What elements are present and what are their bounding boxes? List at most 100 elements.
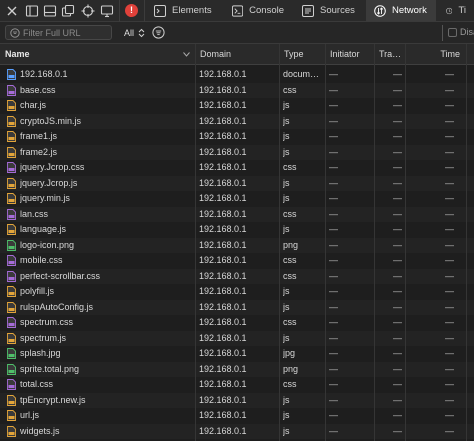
table-row[interactable]: jquery.Jcrop.css 192.168.0.1 css — — — [0, 160, 474, 176]
transfer-size-cell: — [393, 239, 402, 250]
transfer-size-cell: — [393, 177, 402, 188]
type-cell: docum… [283, 69, 320, 79]
js-file-icon [7, 301, 16, 313]
table-row[interactable]: jquery.min.js 192.168.0.1 js — — — [0, 191, 474, 207]
transfer-size-cell: — [393, 146, 402, 157]
initiator-cell: — [329, 270, 338, 281]
network-request-table: Name Domain Type Initiator Tra… Time 192… [0, 44, 474, 441]
filter-url-field[interactable] [5, 25, 112, 40]
table-row[interactable]: polyfill.js 192.168.0.1 js — — — [0, 284, 474, 300]
initiator-cell: — [329, 69, 338, 79]
tab-elements[interactable]: Elements [146, 0, 222, 21]
filter-options-icon[interactable] [152, 26, 165, 39]
undock-icon[interactable] [61, 4, 75, 18]
column-header-domain[interactable]: Domain [195, 44, 279, 65]
column-header-time[interactable]: Time [405, 44, 466, 65]
request-name: spectrum.js [20, 332, 67, 343]
domain-cell: 192.168.0.1 [199, 425, 247, 436]
initiator-cell: — [329, 348, 338, 358]
time-cell: — [445, 379, 454, 389]
disable-cache-checkbox[interactable] [448, 27, 457, 37]
transfer-size-cell: — [393, 394, 402, 405]
table-row[interactable]: lan.css 192.168.0.1 css — — — [0, 206, 474, 222]
initiator-cell: — [329, 131, 338, 141]
tab-label: Network [392, 5, 427, 16]
transfer-size-cell: — [393, 301, 402, 312]
type-cell: js [283, 332, 290, 343]
column-header-initiator[interactable]: Initiator [325, 44, 374, 65]
request-name: logo-icon.png [20, 239, 75, 250]
table-row[interactable]: splash.jpg 192.168.0.1 jpg — — — [0, 346, 474, 362]
table-row[interactable]: total.css 192.168.0.1 css — — — [0, 377, 474, 393]
table-row[interactable]: url.js 192.168.0.1 js — — — [0, 408, 474, 424]
type-cell: js [283, 301, 290, 312]
js-file-icon [7, 410, 16, 421]
initiator-cell: — [329, 286, 338, 296]
transfer-size-cell: — [393, 317, 402, 327]
type-cell: css [283, 162, 297, 172]
table-row[interactable]: sprite.total.png 192.168.0.1 png — — — [0, 361, 474, 377]
tab-sources[interactable]: Sources [294, 0, 364, 21]
table-row[interactable]: base.css 192.168.0.1 css — — — [0, 82, 474, 98]
js-file-icon [7, 146, 16, 158]
table-row[interactable]: rulspAutoConfig.js 192.168.0.1 js — — — [0, 299, 474, 315]
column-header-type[interactable]: Type [279, 44, 325, 65]
table-row[interactable]: 192.168.0.1 192.168.0.1 docum… — — — [0, 67, 474, 83]
initiator-cell: — [329, 410, 338, 420]
type-cell: js [283, 286, 290, 296]
type-cell: css [283, 317, 297, 327]
table-row[interactable]: jquery.Jcrop.js 192.168.0.1 js — — — [0, 175, 474, 191]
column-divider [195, 44, 196, 441]
table-row[interactable]: cryptoJS.min.js 192.168.0.1 js — — — [0, 113, 474, 129]
filter-url-input[interactable] [23, 26, 109, 39]
tab-console[interactable]: Console [224, 0, 292, 21]
initiator-cell: — [329, 146, 338, 157]
request-name: lan.css [20, 208, 49, 219]
table-row[interactable]: logo-icon.png 192.168.0.1 png — — — [0, 237, 474, 253]
dock-bottom-icon[interactable] [43, 4, 57, 18]
table-row[interactable]: language.js 192.168.0.1 js — — — [0, 222, 474, 238]
close-icon[interactable] [5, 4, 19, 18]
tab-timelines[interactable]: Ti [438, 0, 474, 21]
column-header-name[interactable]: Name [0, 44, 195, 65]
column-divider [325, 44, 326, 441]
transfer-size-cell: — [393, 208, 402, 219]
domain-cell: 192.168.0.1 [199, 301, 247, 312]
table-row[interactable]: widgets.js 192.168.0.1 js — — — [0, 423, 474, 439]
domain-cell: 192.168.0.1 [199, 348, 247, 358]
table-row[interactable]: frame2.js 192.168.0.1 js — — — [0, 144, 474, 160]
table-row[interactable]: mobile.css 192.168.0.1 css — — — [0, 253, 474, 269]
js-file-icon [7, 115, 16, 127]
css-file-icon [7, 162, 16, 173]
sort-descending-icon[interactable] [183, 52, 190, 57]
table-row[interactable]: frame1.js 192.168.0.1 js — — — [0, 129, 474, 145]
table-row[interactable]: spectrum.css 192.168.0.1 css — — — [0, 315, 474, 331]
initiator-cell: — [329, 363, 338, 374]
dock-left-icon[interactable] [25, 4, 39, 18]
type-cell: css [283, 379, 297, 389]
resource-type-select[interactable]: All [124, 26, 145, 40]
error-badge[interactable]: ! [125, 4, 138, 17]
table-row[interactable]: tpEncrypt.new.js 192.168.0.1 js — — — [0, 392, 474, 408]
transfer-size-cell: — [393, 69, 402, 79]
tab-network[interactable]: Network [366, 0, 436, 21]
time-cell: — [445, 162, 454, 172]
request-name: widgets.js [20, 425, 60, 436]
initiator-cell: — [329, 224, 338, 234]
resource-type-value: All [124, 28, 135, 38]
table-row[interactable]: perfect-scrollbar.css 192.168.0.1 css — — — [0, 268, 474, 284]
time-cell: — [445, 301, 454, 312]
domain-cell: 192.168.0.1 [199, 332, 247, 343]
initiator-cell: — [329, 193, 338, 203]
disable-cache-toggle[interactable]: Disa [448, 27, 474, 37]
js-file-icon [7, 193, 16, 204]
css-file-icon [7, 84, 16, 96]
request-name: spectrum.css [20, 317, 74, 327]
js-file-icon [7, 394, 16, 406]
column-header-transfer-size[interactable]: Tra… [374, 44, 405, 65]
element-picker-icon[interactable] [81, 4, 95, 18]
transfer-size-cell: — [393, 131, 402, 141]
table-row[interactable]: char.js 192.168.0.1 js — — — [0, 98, 474, 114]
device-settings-icon[interactable] [100, 4, 114, 18]
table-row[interactable]: spectrum.js 192.168.0.1 js — — — [0, 330, 474, 346]
